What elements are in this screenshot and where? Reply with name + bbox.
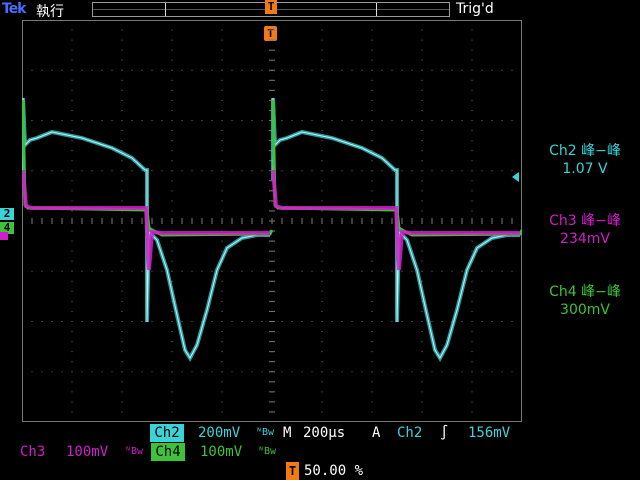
trigger-source[interactable]: Ch2 <box>397 424 422 442</box>
trigger-level[interactable]: 156mV <box>468 424 510 442</box>
ch4-label-badge[interactable]: Ch4 <box>151 443 185 461</box>
ch3-scale[interactable]: 100mV <box>66 443 108 461</box>
timebase-value[interactable]: 200µs <box>303 424 345 442</box>
ch3-ground-marker[interactable] <box>0 232 8 240</box>
timebase-prefix: M <box>283 425 292 441</box>
ch2-bandwidth-icon: ᴺBw <box>256 427 275 438</box>
trigger-status: Trig'd <box>456 1 494 17</box>
measurement-ch3: Ch3 峰−峰 234mV <box>530 212 640 248</box>
measurement-ch2: Ch2 峰−峰 1.07 V <box>530 142 640 178</box>
waveform-display[interactable] <box>22 20 522 422</box>
ch4-scale[interactable]: 100mV <box>200 443 242 461</box>
trigger-level-arrow[interactable] <box>512 172 519 182</box>
status-row-1: Ch2 200mV ᴺBw M 200µs A Ch2 ∫ 156mV <box>150 424 530 442</box>
trigger-mode: A <box>372 425 381 441</box>
measurement-ch3-label: Ch3 峰−峰 <box>549 213 621 229</box>
ch3-bandwidth-icon: ᴺBw <box>125 446 144 457</box>
measurement-ch2-value: 1.07 V <box>562 161 608 177</box>
measurement-ch2-label: Ch2 峰−峰 <box>549 143 621 159</box>
ch2-scale[interactable]: 200mV <box>198 424 240 442</box>
measurement-ch4: Ch4 峰−峰 300mV <box>530 283 640 319</box>
top-status-bar: Tek 執行 T Trig'd <box>0 0 640 20</box>
brand-logo: Tek <box>2 1 26 17</box>
run-state[interactable]: 執行 <box>36 1 64 21</box>
status-row-2: Ch3 100mV ᴺBw Ch4 100mV ᴺBw <box>0 443 640 461</box>
ch2-ground-marker[interactable]: 2 <box>0 208 14 220</box>
measurement-ch4-label: Ch4 峰−峰 <box>549 284 621 300</box>
ch4-bandwidth-icon: ᴺBw <box>258 446 277 457</box>
trigger-slope-icon: ∫ <box>440 425 449 441</box>
trigger-position-marker[interactable]: T <box>265 0 277 14</box>
graticule <box>22 20 522 422</box>
ch2-label-badge[interactable]: Ch2 <box>150 424 184 442</box>
ch3-label[interactable]: Ch3 <box>20 443 45 461</box>
trigger-position-icon: T <box>286 462 299 480</box>
measurement-ch3-value: 234mV <box>560 231 610 247</box>
measurement-ch4-value: 300mV <box>560 302 610 318</box>
trigger-position-value[interactable]: 50.00 % <box>304 462 363 480</box>
